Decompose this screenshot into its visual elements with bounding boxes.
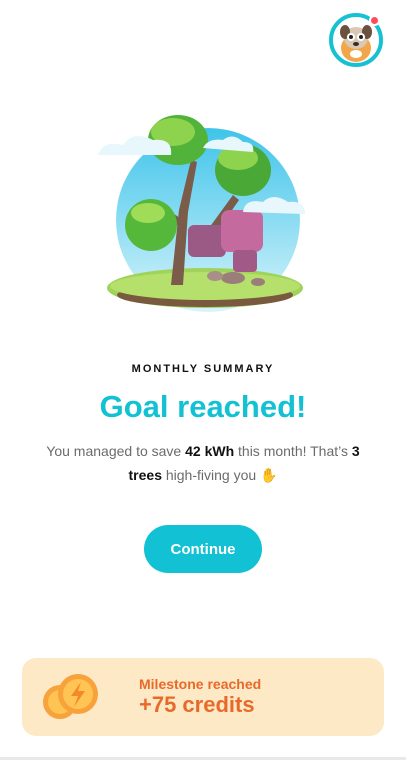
page-title: Goal reached!: [99, 389, 307, 424]
milestone-label: Milestone reached: [139, 676, 262, 692]
notification-dot: [369, 15, 380, 26]
continue-button[interactable]: Continue: [144, 525, 262, 573]
desc-text-2: this month! That’s: [234, 443, 352, 459]
energy-saved: 42 kWh: [185, 443, 235, 459]
summary-kicker: MONTHLY SUMMARY: [131, 363, 275, 375]
summary-description: You managed to save 42 kWh this month! T…: [40, 439, 366, 487]
milestone-card: Milestone reached +75 credits: [22, 658, 384, 736]
milestone-credits: +75 credits: [139, 692, 255, 717]
forest-illustration: [98, 115, 305, 312]
high-five-icon: ✋: [260, 467, 278, 483]
desc-text-1: You managed to save: [46, 443, 186, 459]
coin-lightning-icon: [43, 674, 98, 719]
desc-text-3: high-fiving you: [161, 467, 261, 483]
